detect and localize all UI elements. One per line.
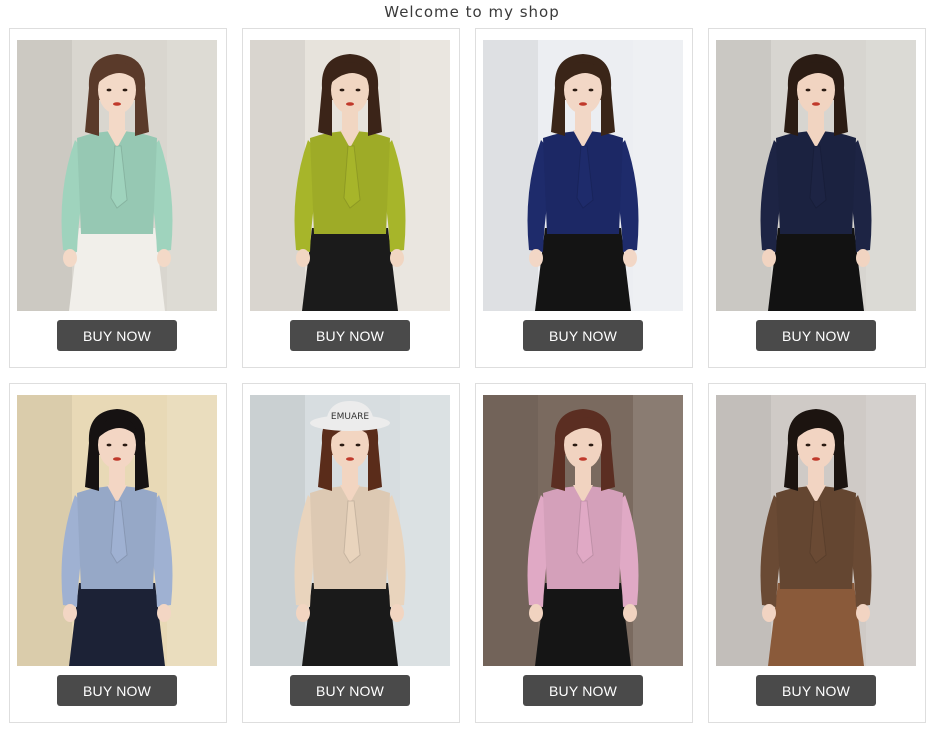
product-card: BUY NOW [708,28,926,368]
product-photo[interactable] [483,40,683,311]
model-illustration [716,395,916,666]
model-illustration [716,40,916,311]
buy-now-button[interactable]: BUY NOW [756,320,876,351]
buy-now-button[interactable]: BUY NOW [57,320,177,351]
buy-now-button[interactable]: BUY NOW [523,320,643,351]
product-photo[interactable] [17,395,217,666]
product-photo[interactable] [483,395,683,666]
product-card: BUY NOW [9,28,227,368]
model-illustration [17,40,217,311]
hat-text: EMUARE [331,412,369,422]
model-illustration [250,40,450,311]
model-illustration [483,395,683,666]
product-photo[interactable] [716,40,916,311]
product-card: EMUARE BUY NOW [242,383,460,723]
product-photo[interactable] [17,40,217,311]
buy-now-button[interactable]: BUY NOW [290,320,410,351]
model-illustration [483,40,683,311]
buy-now-button[interactable]: BUY NOW [523,675,643,706]
product-card: BUY NOW [9,383,227,723]
model-illustration: EMUARE [250,395,450,666]
model-illustration [17,395,217,666]
page-title: Welcome to my shop [384,3,560,21]
product-photo[interactable] [250,40,450,311]
buy-now-button[interactable]: BUY NOW [756,675,876,706]
product-photo[interactable] [716,395,916,666]
buy-now-button[interactable]: BUY NOW [57,675,177,706]
product-card: BUY NOW [475,383,693,723]
product-grid: BUY NOW BUY NOW BUY NOW BUY NOW BUY NOW … [9,28,927,723]
product-card: BUY NOW [475,28,693,368]
product-photo[interactable]: EMUARE [250,395,450,666]
product-card: BUY NOW [708,383,926,723]
product-card: BUY NOW [242,28,460,368]
buy-now-button[interactable]: BUY NOW [290,675,410,706]
